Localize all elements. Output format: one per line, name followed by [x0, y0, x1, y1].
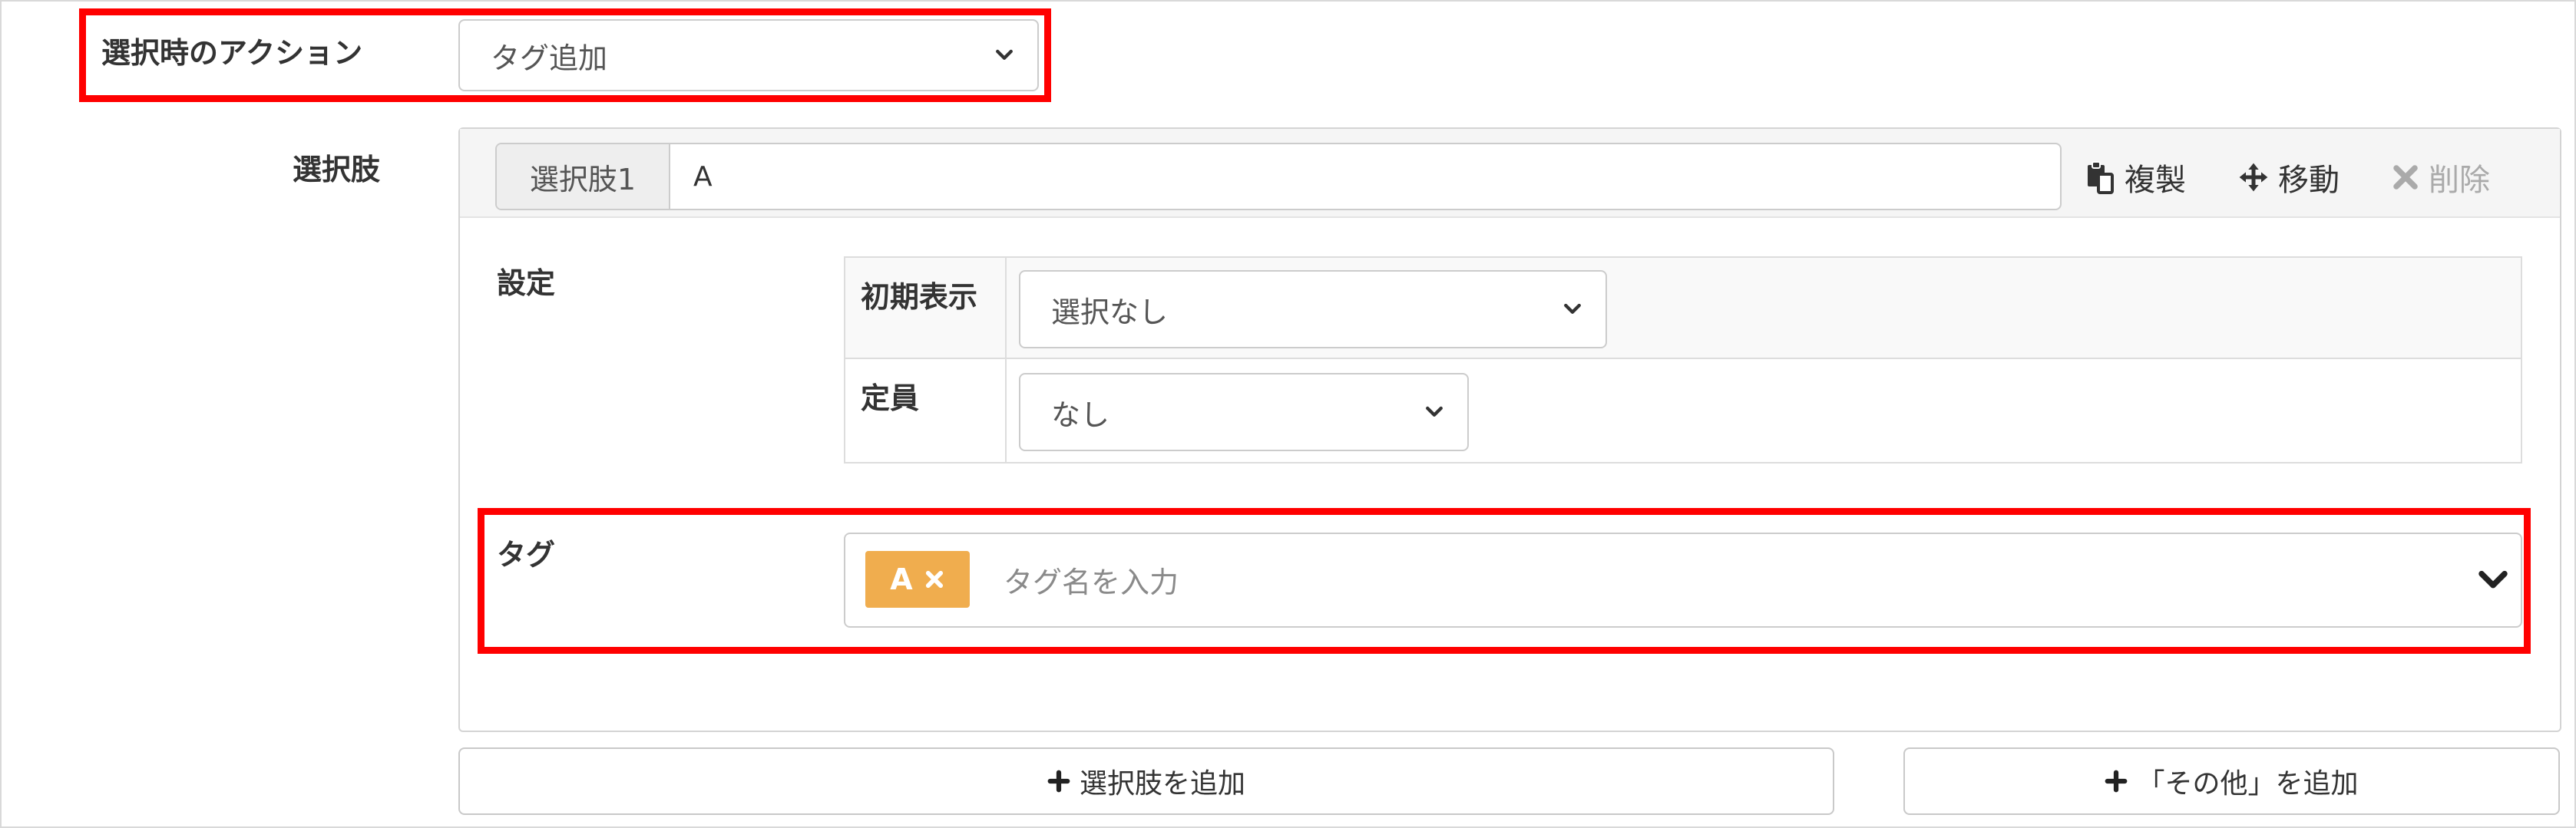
tag-input[interactable]: A タグ名を入力	[844, 533, 2522, 628]
duplicate-label: 複製	[2125, 163, 2186, 198]
capacity-select[interactable]: なし	[1019, 373, 1469, 451]
chevron-down-icon	[1426, 406, 1443, 417]
settings-label: 設定	[497, 266, 556, 300]
tag-chip[interactable]: A	[865, 551, 970, 608]
choice-panel: 選択肢1 A 複製 移動 削除 設定 初期表示 定員 選択なし なし タグ A …	[458, 127, 2561, 732]
tag-chip-label: A	[890, 562, 913, 596]
delete-button[interactable]: 削除	[2392, 150, 2490, 204]
chevron-down-icon	[1564, 303, 1581, 314]
initial-display-value: 選択なし	[1051, 295, 1169, 329]
chevron-down-icon[interactable]	[2478, 566, 2508, 594]
plus-icon	[1047, 770, 1070, 793]
choice-input-group: 選択肢1 A	[495, 143, 2062, 210]
delete-label: 削除	[2429, 163, 2490, 198]
add-choice-label: 選択肢を追加	[1079, 768, 1245, 800]
initial-display-select[interactable]: 選択なし	[1019, 270, 1607, 348]
duplicate-button[interactable]: 複製	[2085, 150, 2186, 204]
add-other-button[interactable]: 「その他」を追加	[1903, 747, 2560, 815]
move-label: 移動	[2278, 163, 2340, 198]
tag-placeholder: タグ名を入力	[1004, 565, 1179, 599]
capacity-value: なし	[1051, 398, 1110, 432]
paste-icon	[2088, 161, 2114, 194]
tag-label: タグ	[497, 538, 556, 572]
action-label: 選択時のアクション	[101, 36, 363, 70]
add-choice-button[interactable]: 選択肢を追加	[458, 747, 1834, 815]
action-select[interactable]: タグ追加	[458, 19, 1039, 91]
initial-display-label: 初期表示	[861, 280, 978, 314]
action-select-value: タグ追加	[491, 41, 608, 75]
arrows-move-icon	[2239, 163, 2268, 192]
choices-label: 選択肢	[293, 153, 381, 186]
plus-icon	[2105, 770, 2128, 793]
add-other-label: 「その他」を追加	[2137, 768, 2359, 800]
choice-text-input[interactable]: A	[670, 144, 2060, 209]
settings-divider	[1005, 258, 1007, 462]
close-icon	[2393, 165, 2418, 190]
choice-addon: 選択肢1	[497, 144, 670, 209]
chevron-down-icon	[996, 49, 1013, 60]
move-button[interactable]: 移動	[2238, 150, 2340, 204]
remove-tag-icon[interactable]	[924, 569, 945, 590]
capacity-label: 定員	[861, 381, 920, 415]
